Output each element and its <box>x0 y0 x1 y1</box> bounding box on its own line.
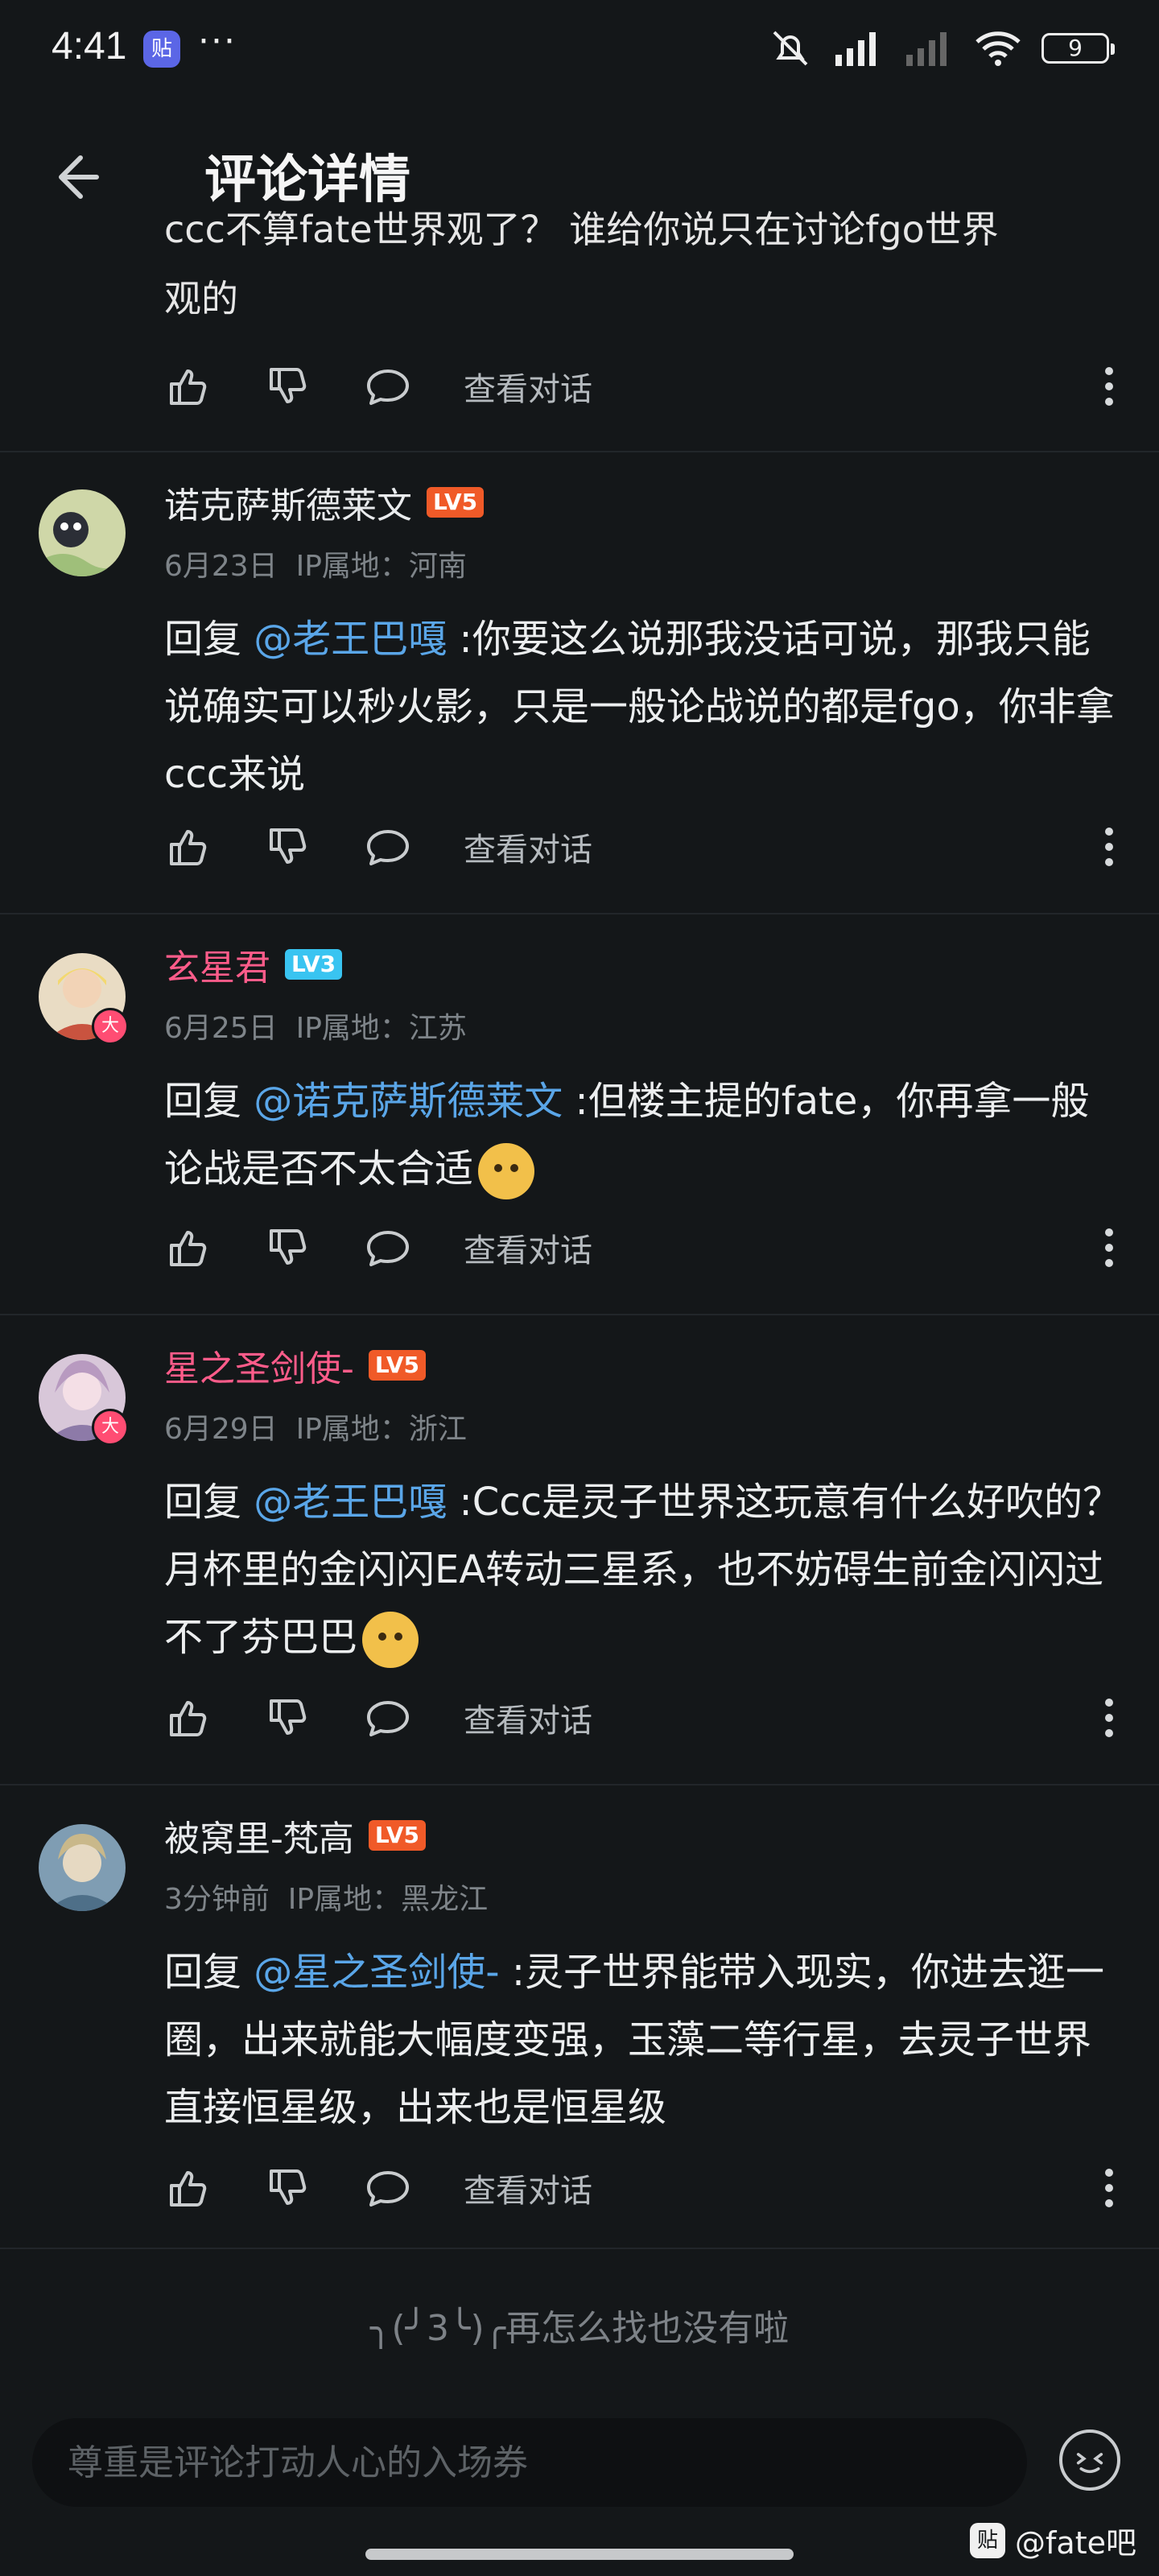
partial-comment-line: 观的 <box>164 277 238 320</box>
comment-bubble-icon[interactable] <box>364 362 412 411</box>
partial-comment: 查看对话 <box>0 362 1159 452</box>
partial-comment-text: ccc不算fate世界观了？ 谁给你说只在讨论fgo世界 观的 <box>164 208 1114 333</box>
like-icon[interactable] <box>164 362 212 411</box>
more-notifications-icon: ··· <box>198 21 237 62</box>
username[interactable]: 被窝里-梵高 LV5 <box>164 1810 427 1861</box>
username-text[interactable]: 诺克萨斯德莱文 <box>164 477 412 528</box>
username-text[interactable]: 玄星君 <box>164 939 270 990</box>
comment-date: 6月23日 <box>164 550 278 583</box>
like-icon[interactable] <box>164 1694 212 1742</box>
crying-laugh-emoji-icon <box>362 1612 419 1668</box>
more-options-icon[interactable] <box>1104 367 1114 406</box>
comment-input[interactable] <box>32 2418 1027 2507</box>
comment-bubble-icon[interactable] <box>364 823 412 871</box>
comment-date: 3分钟前 <box>164 1883 270 1916</box>
back-arrow-icon[interactable] <box>45 145 109 209</box>
username-text[interactable]: 被窝里-梵高 <box>164 1810 354 1861</box>
battery-icon: 9 <box>1041 33 1115 64</box>
watermark: 贴 @fate吧 <box>970 2518 1136 2562</box>
comment-actions: 查看对话 <box>164 2164 1114 2212</box>
comment-meta: 6月29日 IP属地：浙江 <box>164 1406 467 1447</box>
like-icon[interactable] <box>164 2164 212 2212</box>
status-icons: 9 <box>768 24 1115 72</box>
comment-body: 回复 @星之圣剑使- :灵子世界能带入现实，你进去逛一圈，出来就能大幅度变强，玉… <box>164 1938 1127 2141</box>
reply-prefix: 回复 <box>164 617 254 662</box>
comment-actions: 查看对话 <box>164 1224 1114 1272</box>
ip-location: IP属地：浙江 <box>295 1413 467 1446</box>
comment-date: 6月25日 <box>164 1012 278 1045</box>
comment-meta: 6月25日 IP属地：江苏 <box>164 1005 467 1046</box>
watermark-text: @fate吧 <box>1015 2525 1136 2561</box>
view-conversation-link[interactable]: 查看对话 <box>464 1224 592 1271</box>
mention-link[interactable]: @老王巴嘎 <box>254 1480 447 1525</box>
like-icon[interactable] <box>164 823 212 871</box>
avatar[interactable] <box>39 489 126 576</box>
app-notification-icon: 贴 <box>143 31 180 68</box>
wifi-icon <box>975 31 1021 66</box>
level-badge: LV5 <box>427 487 485 518</box>
comment-bubble-icon[interactable] <box>364 1224 412 1272</box>
comment-item: 被窝里-梵高 LV5 3分钟前 IP属地：黑龙江 回复 @星之圣剑使- :灵子世… <box>0 1785 1159 2249</box>
mention-link[interactable]: @星之圣剑使- <box>254 1950 499 1995</box>
dislike-icon[interactable] <box>264 1224 312 1272</box>
end-of-list-text: ╮(╯3╰)╭再怎么找也没有啦 <box>369 2308 790 2349</box>
more-options-icon[interactable] <box>1104 1699 1114 1737</box>
more-options-icon[interactable] <box>1104 828 1114 866</box>
comment-item: 大 星之圣剑使- LV5 6月29日 IP属地：浙江 回复 @老王巴嘎 :Ccc… <box>0 1315 1159 1785</box>
big-badge: 大 <box>92 1008 129 1045</box>
dislike-icon[interactable] <box>264 362 312 411</box>
level-badge: LV5 <box>368 1820 427 1851</box>
more-options-icon[interactable] <box>1104 2169 1114 2207</box>
tieba-logo-icon: 贴 <box>970 2522 1006 2558</box>
ip-location: IP属地：黑龙江 <box>287 1883 489 1916</box>
comment-input-bar[interactable] <box>32 2418 1027 2507</box>
signal-weak-icon <box>906 32 947 66</box>
comment-body: 回复 @诺克萨斯德莱文 :但楼主提的fate，你再拿一般论战是否不太合适 <box>164 1067 1127 1203</box>
emoji-icon[interactable] <box>1059 2429 1120 2491</box>
dislike-icon[interactable] <box>264 823 312 871</box>
view-conversation-link[interactable]: 查看对话 <box>464 363 592 410</box>
comment-item: 大 玄星君 LV3 6月25日 IP属地：江苏 回复 @诺克萨斯德莱文 :但楼主… <box>0 914 1159 1315</box>
comment-actions: 查看对话 <box>164 823 1114 871</box>
reply-prefix: 回复 <box>164 1950 254 1995</box>
ip-location: IP属地：江苏 <box>295 1012 467 1045</box>
level-badge: LV3 <box>285 949 343 980</box>
home-indicator[interactable] <box>365 2549 794 2560</box>
doge-emoji-icon <box>478 1143 535 1199</box>
username[interactable]: 诺克萨斯德莱文 LV5 <box>164 477 485 528</box>
like-icon[interactable] <box>164 1224 212 1272</box>
comment-actions: 查看对话 <box>164 362 1114 411</box>
dislike-icon[interactable] <box>264 2164 312 2212</box>
signal-icon <box>835 32 876 66</box>
comment-body: 回复 @老王巴嘎 :Ccc是灵子世界这玩意有什么好吹的？月杯里的金闪闪EA转动三… <box>164 1468 1127 1671</box>
mention-link[interactable]: @老王巴嘎 <box>254 617 447 662</box>
comment-bubble-icon[interactable] <box>364 2164 412 2212</box>
comment-item: 诺克萨斯德莱文 LV5 6月23日 IP属地：河南 回复 @老王巴嘎 :你要这么… <box>0 452 1159 914</box>
comment-actions: 查看对话 <box>164 1694 1114 1742</box>
level-badge: LV5 <box>368 1350 427 1381</box>
comment-date: 6月29日 <box>164 1413 278 1446</box>
big-badge: 大 <box>92 1409 129 1446</box>
avatar[interactable] <box>39 1824 126 1911</box>
comment-bubble-icon[interactable] <box>364 1694 412 1742</box>
ip-location: IP属地：河南 <box>295 550 467 583</box>
comment-body: 回复 @老王巴嘎 :你要这么说那我没话可说，那我只能说确实可以秒火影，只是一般论… <box>164 605 1127 808</box>
view-conversation-link[interactable]: 查看对话 <box>464 1695 592 1741</box>
comment-meta: 3分钟前 IP属地：黑龙江 <box>164 1876 488 1918</box>
reply-prefix: 回复 <box>164 1480 254 1525</box>
more-options-icon[interactable] <box>1104 1228 1114 1267</box>
view-conversation-link[interactable]: 查看对话 <box>464 824 592 870</box>
reply-prefix: 回复 <box>164 1079 254 1124</box>
mention-link[interactable]: @诺克萨斯德莱文 <box>254 1079 563 1124</box>
username[interactable]: 玄星君 LV3 <box>164 939 343 990</box>
mute-icon <box>773 31 808 66</box>
username-text[interactable]: 星之圣剑使- <box>164 1340 354 1391</box>
status-time: 4:41 <box>52 25 127 68</box>
username[interactable]: 星之圣剑使- LV5 <box>164 1340 427 1391</box>
view-conversation-link[interactable]: 查看对话 <box>464 2165 592 2211</box>
comment-meta: 6月23日 IP属地：河南 <box>164 543 467 584</box>
partial-comment-line: ccc不算fate世界观了？ 谁给你说只在讨论fgo世界 <box>164 208 999 251</box>
dislike-icon[interactable] <box>264 1694 312 1742</box>
